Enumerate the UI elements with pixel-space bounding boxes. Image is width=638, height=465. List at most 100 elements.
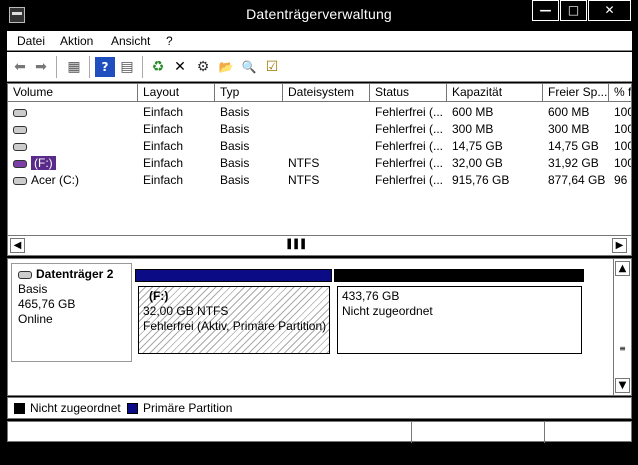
typ-cell: Basis [220,105,250,119]
disk-info-box[interactable]: Datenträger 2 Basis 465,76 GB Online [11,263,132,362]
column-layout[interactable]: Layout [138,84,215,102]
partition-size: 433,76 GB [342,289,400,303]
status-cell: Fehlerfrei (... [375,122,444,136]
percent-free-cell: 100 [614,139,631,153]
free-space-cell: 877,64 GB [548,173,606,187]
volume-name-cell [8,121,138,138]
filesystem-cell [283,104,370,121]
drive-icon [13,125,27,134]
column-dateisystem[interactable]: Dateisystem [283,84,370,102]
refresh-icon[interactable]: ♻ [148,57,168,77]
menu-aktion[interactable]: Aktion [60,34,93,48]
free-space-cell: 31,92 GB [548,156,599,170]
delete-icon[interactable]: ✕ [170,57,190,77]
layout-cell: Einfach [143,139,184,153]
status-cell: Fehlerfrei (... [375,173,444,187]
scroll-down-icon[interactable]: ▼ [615,378,630,393]
legend-label-unallocated: Nicht zugeordnet [30,401,121,415]
status-cell: Fehlerfrei (... [375,139,444,153]
toolbar: ⬅ ➡ ▦ ? ▤ ♻ ✕ ⚙ 📂 🔍 ☑ [7,52,632,82]
disk-type: Basis [18,282,48,296]
partition-body: (F:) 32,00 GB NTFS Fehlerfrei (Aktiv, Pr… [138,286,330,354]
typ-cell: Basis [220,139,250,153]
capacity-cell: 915,76 GB [452,173,510,187]
volume-list-header: Volume Layout Typ Dateisystem Status Kap… [8,84,631,102]
volume-name-cell [8,138,138,155]
column-prozent-frei[interactable]: % f [609,84,631,102]
layout-cell: Einfach [143,173,184,187]
toolbar-separator [56,56,57,78]
volume-row[interactable]: Acer (C:) Einfach Basis NTFS Fehlerfrei … [8,172,631,189]
column-freier-speicher[interactable]: Freier Sp... [543,84,609,102]
capacity-cell: 600 MB [452,105,494,119]
volume-row[interactable]: Einfach Basis Fehlerfrei (... 300 MB 300… [8,121,631,138]
legend-bar: Nicht zugeordnet Primäre Partition [7,397,632,419]
help-icon[interactable]: ? [95,57,115,77]
open-folder-icon[interactable]: 📂 [216,57,236,77]
menu-help[interactable]: ? [166,34,173,48]
volume-row[interactable]: (F:) Einfach Basis NTFS Fehlerfrei (... … [8,155,631,172]
drive-icon [13,159,27,168]
minimize-button[interactable]: — [532,0,559,21]
scroll-left-icon[interactable]: ◀ [10,238,25,253]
partition-body: 433,76 GB Nicht zugeordnet [337,286,582,354]
volume-row[interactable]: Einfach Basis Fehlerfrei (... 600 MB 600… [8,104,631,121]
partition-color-bar [135,269,332,282]
scroll-thumb-grip-icon[interactable]: ▐▐▐ [284,240,305,250]
horizontal-scrollbar[interactable]: ◀ ▐▐▐ ▶ [8,235,631,254]
disk-name: Datenträger 2 [36,267,114,281]
layout-cell: Einfach [143,122,184,136]
status-divider [544,422,545,443]
drive-icon [13,142,27,151]
capacity-cell: 300 MB [452,122,494,136]
status-cell: Fehlerfrei (... [375,156,444,170]
column-kapazitaet[interactable]: Kapazität [447,84,543,102]
menu-ansicht[interactable]: Ansicht [111,34,150,48]
disk-management-window: Datenträgerverwaltung — □ ✕ Datei Aktion… [0,0,638,465]
scroll-up-icon[interactable]: ▲ [615,261,630,276]
column-typ[interactable]: Typ [215,84,283,102]
volume-name: Acer (C:) [31,173,79,187]
free-space-cell: 600 MB [548,105,590,119]
percent-free-cell: 100 [614,122,631,136]
legend-label-primary: Primäre Partition [143,401,233,415]
percent-free-cell: 100 [614,105,631,119]
console-tree-icon[interactable]: ▦ [64,57,84,77]
typ-cell: Basis [220,173,250,187]
maximize-button[interactable]: □ [560,0,587,21]
column-volume[interactable]: Volume [8,84,138,102]
partition-size: 32,00 GB NTFS [143,304,229,318]
back-arrow-icon[interactable]: ⬅ [10,57,30,77]
status-divider [411,422,412,443]
checklist-icon[interactable]: ☑ [262,57,282,77]
volume-row[interactable]: Einfach Basis Fehlerfrei (... 14,75 GB 1… [8,138,631,155]
partition-f[interactable]: (F:) 32,00 GB NTFS Fehlerfrei (Aktiv, Pr… [135,269,332,356]
close-button[interactable]: ✕ [588,0,631,21]
scroll-thumb-grip-icon[interactable]: ≡ [617,345,628,357]
filesystem-cell: NTFS [288,156,320,170]
menu-datei[interactable]: Datei [17,34,45,48]
search-icon[interactable]: 🔍 [239,57,259,77]
filesystem-cell: NTFS [288,173,320,187]
capacity-cell: 14,75 GB [452,139,503,153]
volume-name-cell: (F:) [8,155,138,172]
settings-icon[interactable]: ⚙ [193,57,213,77]
drive-icon [13,176,27,185]
partition-status: Nicht zugeordnet [342,304,433,318]
partition-unallocated[interactable]: 433,76 GB Nicht zugeordnet [334,269,584,356]
column-status[interactable]: Status [370,84,447,102]
status-bar [7,421,632,443]
scroll-right-icon[interactable]: ▶ [612,238,627,253]
forward-arrow-icon[interactable]: ➡ [31,57,51,77]
vertical-scrollbar[interactable]: ▲ ≡ ▼ [613,259,631,395]
disk-state: Online [18,312,53,326]
disk-name-line: Datenträger 2 [18,267,125,282]
typ-cell: Basis [220,156,250,170]
disk-size: 465,76 GB [18,297,76,311]
free-space-cell: 14,75 GB [548,139,599,153]
properties-icon[interactable]: ▤ [117,57,137,77]
drive-icon [13,108,27,117]
volume-name-cell [8,104,138,121]
toolbar-separator [142,56,143,78]
disk-graphical-view: Datenträger 2 Basis 465,76 GB Online (F:… [7,258,632,396]
